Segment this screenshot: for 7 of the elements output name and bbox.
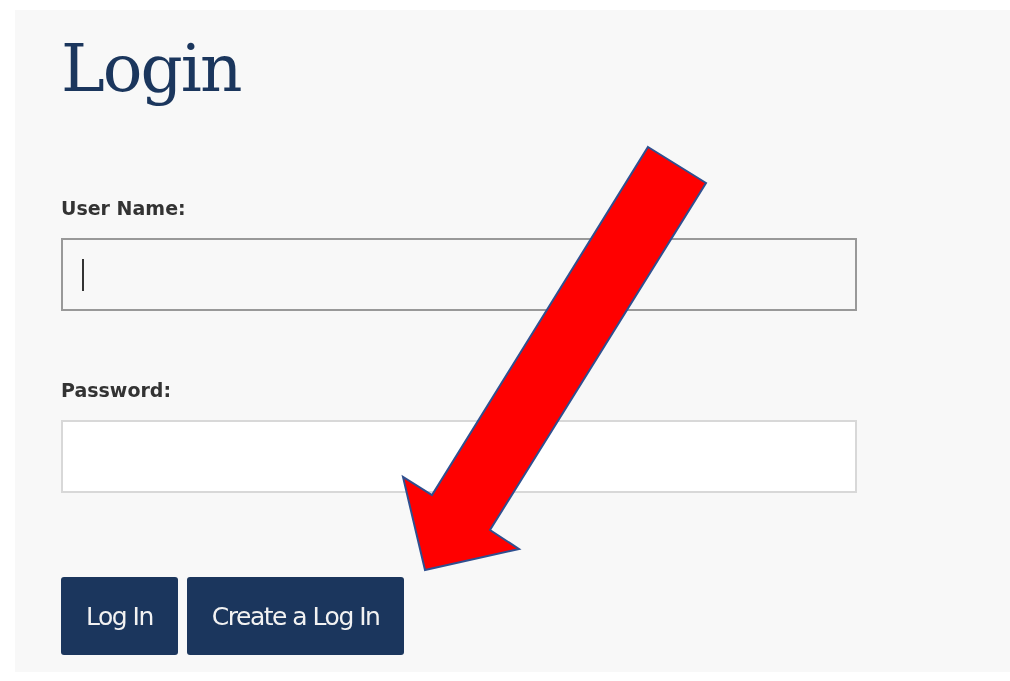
text-cursor bbox=[82, 259, 84, 291]
login-button[interactable]: Create a Log In bbox=[186, 577, 405, 655]
page-title: Login bbox=[61, 29, 241, 109]
login-button[interactable]: Log In bbox=[61, 577, 178, 655]
arrow-icon bbox=[401, 145, 708, 572]
field-label: Password: bbox=[61, 378, 172, 402]
field-label: User Name: bbox=[61, 196, 186, 220]
